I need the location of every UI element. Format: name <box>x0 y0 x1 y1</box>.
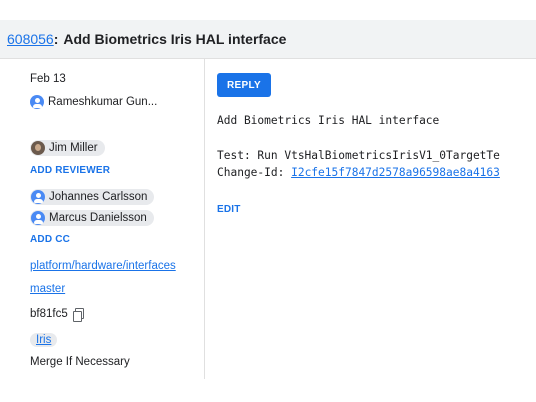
commit-test-line: Test: Run VtsHalBiometricsIrisV1_0Target… <box>217 149 500 162</box>
owner-avatar-icon <box>30 95 44 109</box>
cc-avatar-icon <box>31 211 45 225</box>
repo-row: platform/hardware/interfaces <box>30 260 176 272</box>
reply-button[interactable]: REPLY <box>217 73 271 97</box>
change-id-line: Change-Id: I2cfe15f7847d2578a96598ae8a41… <box>217 166 500 179</box>
edit-button[interactable]: EDIT <box>217 204 241 215</box>
repository-link[interactable]: platform/hardware/interfaces <box>30 260 176 272</box>
change-metadata-panel: Feb 13 Rameshkumar Gun... Jim Miller ADD… <box>0 59 205 379</box>
owner: Rameshkumar Gun... <box>30 95 157 109</box>
commit-hash: bf81fc5 <box>30 308 68 320</box>
cc-name[interactable]: Marcus Danielsson <box>49 212 147 224</box>
reviewer-name[interactable]: Jim Miller <box>49 142 98 154</box>
commit-subject: Add Biometrics Iris HAL interface <box>217 114 440 127</box>
header-separator: : <box>53 31 59 47</box>
cc-avatar-icon <box>31 190 45 204</box>
branch-row: master <box>30 283 65 295</box>
commit-row: bf81fc5 <box>30 308 84 322</box>
change-id-label: Change-Id: <box>217 166 292 179</box>
commit-message-panel: REPLY Add Biometrics Iris HAL interface … <box>205 59 536 379</box>
add-cc-button[interactable]: ADD CC <box>30 234 70 245</box>
branch-link[interactable]: master <box>30 283 65 295</box>
updated-date: Feb 13 <box>30 73 66 85</box>
change-header: 608056: Add Biometrics Iris HAL interfac… <box>0 20 536 59</box>
topic-link[interactable]: Iris <box>30 333 58 347</box>
topic-row: Iris <box>30 333 58 347</box>
reviewer-avatar-icon <box>31 141 45 155</box>
submit-strategy: Merge If Necessary <box>30 356 130 368</box>
cc-chip-2[interactable]: Marcus Danielsson <box>30 210 154 226</box>
cc-name[interactable]: Johannes Carlsson <box>49 191 147 203</box>
cc-chip-1[interactable]: Johannes Carlsson <box>30 189 155 205</box>
change-id-link[interactable]: I2cfe15f7847d2578a96598ae8a4163 <box>291 166 500 179</box>
change-number-link[interactable]: 608056 <box>7 31 54 47</box>
reviewer-chip[interactable]: Jim Miller <box>30 140 105 156</box>
owner-name[interactable]: Rameshkumar Gun... <box>48 96 157 108</box>
add-reviewer-button[interactable]: ADD REVIEWER <box>30 165 110 176</box>
copy-icon[interactable] <box>72 308 84 322</box>
change-title: Add Biometrics Iris HAL interface <box>63 31 287 47</box>
